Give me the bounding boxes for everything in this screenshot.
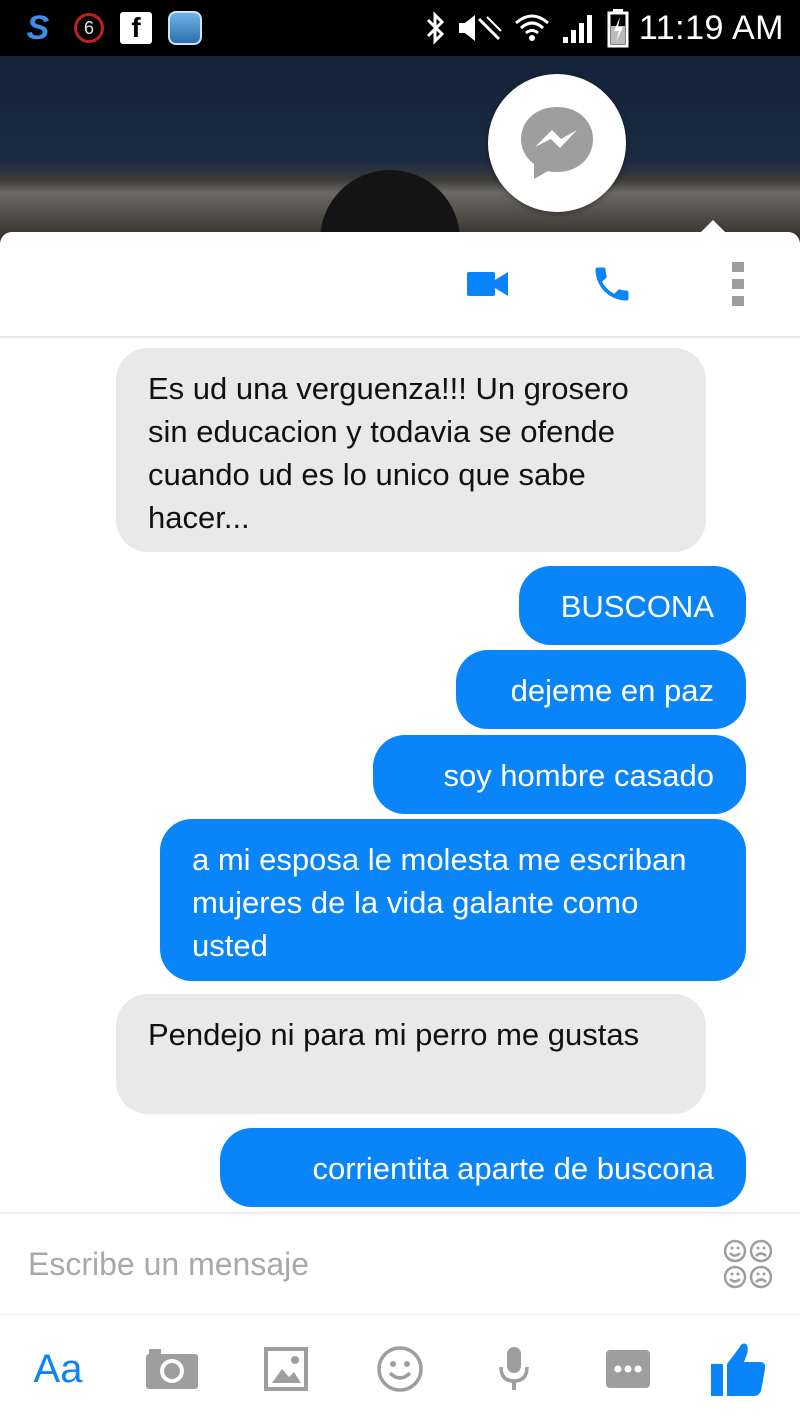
bluetooth-icon [426,11,444,45]
sticker-button[interactable] [722,1238,774,1290]
thumbs-up-icon [711,1343,766,1396]
phone-icon [595,267,629,301]
chat-window: Es ud una verguenza!!! Un grosero sin ed… [0,220,800,1423]
chat-toolbar [0,232,800,338]
status-clock: 11:19 AM [638,8,784,47]
app-icon [168,11,202,45]
emoji-icon [377,1346,423,1392]
message-outgoing[interactable]: BUSCONA [519,566,746,645]
more-button[interactable] [598,1339,658,1399]
message-outgoing[interactable]: dejeme en paz [456,650,746,729]
messenger-chat-head[interactable] [488,74,626,212]
microphone-icon [499,1347,529,1390]
sticker-faces-icon [723,1239,773,1289]
voice-call-button[interactable] [588,260,636,308]
wifi-icon [514,14,549,41]
more-icon [606,1350,650,1388]
vertical-dots-icon [732,262,744,306]
facebook-icon: f [120,12,152,44]
message-input[interactable]: Escribe un mensaje [28,1242,668,1286]
emoji-button[interactable] [370,1339,430,1399]
status-bar: S 6 f 11:19 AM [0,0,800,56]
gallery-icon [264,1347,308,1391]
microphone-button[interactable] [484,1339,544,1399]
message-list[interactable]: Es ud una verguenza!!! Un grosero sin ed… [0,338,800,1212]
mute-icon [458,15,502,41]
signal-icon [562,15,592,43]
notification-count-icon: 6 [74,13,104,43]
text-format-button[interactable]: Aa [28,1339,88,1399]
message-incoming[interactable]: Pendejo ni para mi perro me gustas [116,994,706,1114]
video-call-button[interactable] [464,260,512,308]
video-camera-icon [467,272,508,296]
camera-icon [146,1349,198,1389]
text-format-icon: Aa [33,1346,83,1391]
message-outgoing[interactable]: corrientita aparte de buscona [220,1128,746,1207]
message-outgoing[interactable]: a mi esposa le molesta me escriban mujer… [160,819,746,981]
s-app-icon: S [26,9,50,47]
messenger-icon [521,107,593,179]
like-button[interactable] [708,1339,768,1399]
more-options-button[interactable] [714,260,762,308]
camera-button[interactable] [142,1339,202,1399]
battery-charging-icon [607,9,629,48]
composer-actions-bar: Aa [0,1314,800,1423]
message-incoming[interactable]: Es ud una verguenza!!! Un grosero sin ed… [116,348,706,552]
gallery-button[interactable] [256,1339,316,1399]
message-outgoing[interactable]: soy hombre casado [373,735,746,814]
message-composer: Escribe un mensaje [0,1212,800,1314]
